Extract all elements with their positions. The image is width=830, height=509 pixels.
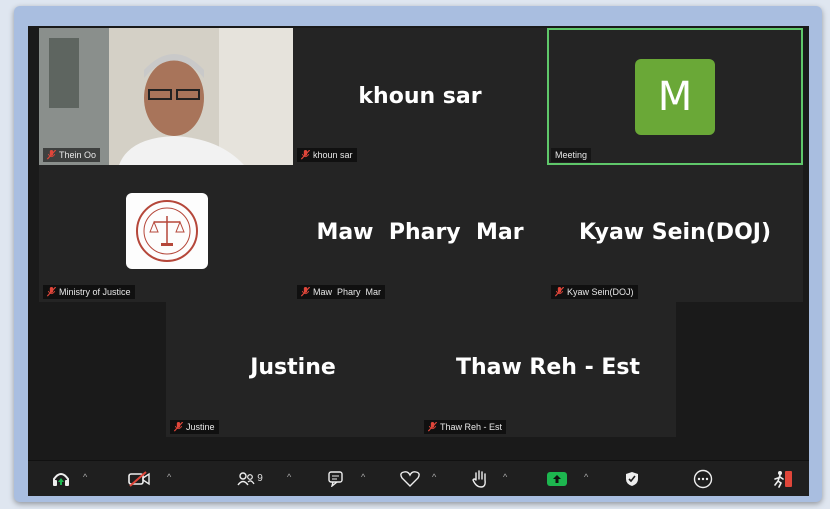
raise-hand-button[interactable] xyxy=(469,461,491,496)
name-tag: Meeting xyxy=(551,148,592,162)
chevron-up-icon[interactable]: ^ xyxy=(432,472,436,482)
headphones-icon xyxy=(53,472,69,486)
participant-name-label: Maw Phary Mar xyxy=(313,287,382,297)
video-grid: Thein Oo khoun sar khoun sar M Meeting M… xyxy=(28,26,809,495)
chevron-up-icon[interactable]: ^ xyxy=(83,472,87,482)
mic-muted-icon xyxy=(428,422,437,432)
avatar: M xyxy=(635,59,715,135)
name-tag: Kyaw Sein(DOJ) xyxy=(551,285,638,299)
tile-justine[interactable]: Justine Justine xyxy=(166,302,420,437)
participant-display-name: Justine xyxy=(250,355,336,380)
mic-muted-icon xyxy=(301,150,310,160)
mic-muted-icon xyxy=(47,150,56,160)
name-tag: Maw Phary Mar xyxy=(297,285,386,299)
chevron-up-icon[interactable]: ^ xyxy=(361,472,365,482)
participant-display-name: Maw Phary Mar xyxy=(316,220,524,245)
participant-name-label: Thein Oo xyxy=(59,150,97,160)
participant-name-label: Meeting xyxy=(555,150,588,160)
participant-video xyxy=(39,28,293,165)
participants-icon xyxy=(237,471,255,485)
chat-button[interactable] xyxy=(326,461,348,496)
tile-khoun-sar[interactable]: khoun sar khoun sar xyxy=(293,28,547,165)
chevron-up-icon[interactable]: ^ xyxy=(584,472,588,482)
meeting-toolbar: ^ ^ 9 ^ ^ ^ ^ ^ xyxy=(28,460,809,496)
leave-icon xyxy=(774,470,792,488)
video-button[interactable] xyxy=(126,461,152,496)
mic-muted-icon xyxy=(301,287,310,297)
participants-button[interactable]: 9 xyxy=(233,461,267,496)
tile-thein-oo[interactable]: Thein Oo xyxy=(39,28,293,165)
security-icon xyxy=(626,471,638,486)
name-tag: Thein Oo xyxy=(43,148,101,162)
leave-button[interactable] xyxy=(771,461,795,496)
name-tag: Justine xyxy=(170,420,219,434)
participant-name-label: Thaw Reh - Est xyxy=(440,422,503,432)
chat-icon xyxy=(328,470,343,487)
ministry-logo xyxy=(126,193,208,269)
tile-ministry-of-justice[interactable]: Ministry of Justice xyxy=(39,165,293,302)
chevron-up-icon[interactable]: ^ xyxy=(287,472,291,482)
raise-hand-icon xyxy=(472,469,486,488)
share-screen-button[interactable] xyxy=(545,461,569,496)
name-tag: Thaw Reh - Est xyxy=(424,420,507,434)
tile-maw-phary-mar[interactable]: Maw Phary Mar Maw Phary Mar xyxy=(293,165,547,302)
tile-thaw-reh[interactable]: Thaw Reh - Est Thaw Reh - Est xyxy=(420,302,676,437)
name-tag: Ministry of Justice xyxy=(43,285,135,299)
participant-name-label: Justine xyxy=(186,422,215,432)
participant-display-name: Thaw Reh - Est xyxy=(455,355,641,380)
mic-muted-icon xyxy=(555,287,564,297)
security-button[interactable] xyxy=(621,461,643,496)
participants-count: 9 xyxy=(257,473,263,484)
share-screen-icon xyxy=(547,471,567,486)
chevron-up-icon[interactable]: ^ xyxy=(167,472,171,482)
chevron-up-icon[interactable]: ^ xyxy=(503,472,507,482)
more-icon xyxy=(693,469,713,488)
more-button[interactable] xyxy=(691,461,715,496)
reactions-button[interactable] xyxy=(398,461,422,496)
mic-muted-icon xyxy=(174,422,183,432)
mic-muted-icon xyxy=(47,287,56,297)
tile-meeting[interactable]: M Meeting xyxy=(547,28,803,165)
scales-of-justice-icon xyxy=(136,200,198,262)
video-off-icon xyxy=(128,470,150,487)
participant-name-label: Ministry of Justice xyxy=(59,287,131,297)
audio-button[interactable] xyxy=(50,461,72,496)
name-tag: khoun sar xyxy=(297,148,357,162)
tile-kyaw-sein[interactable]: Kyaw Sein(DOJ) Kyaw Sein(DOJ) xyxy=(547,165,803,302)
reactions-icon xyxy=(400,470,420,487)
participant-display-name: khoun sar xyxy=(358,84,482,109)
participant-name-label: khoun sar xyxy=(313,150,353,160)
participant-name-label: Kyaw Sein(DOJ) xyxy=(567,287,634,297)
participant-display-name: Kyaw Sein(DOJ) xyxy=(578,220,772,245)
